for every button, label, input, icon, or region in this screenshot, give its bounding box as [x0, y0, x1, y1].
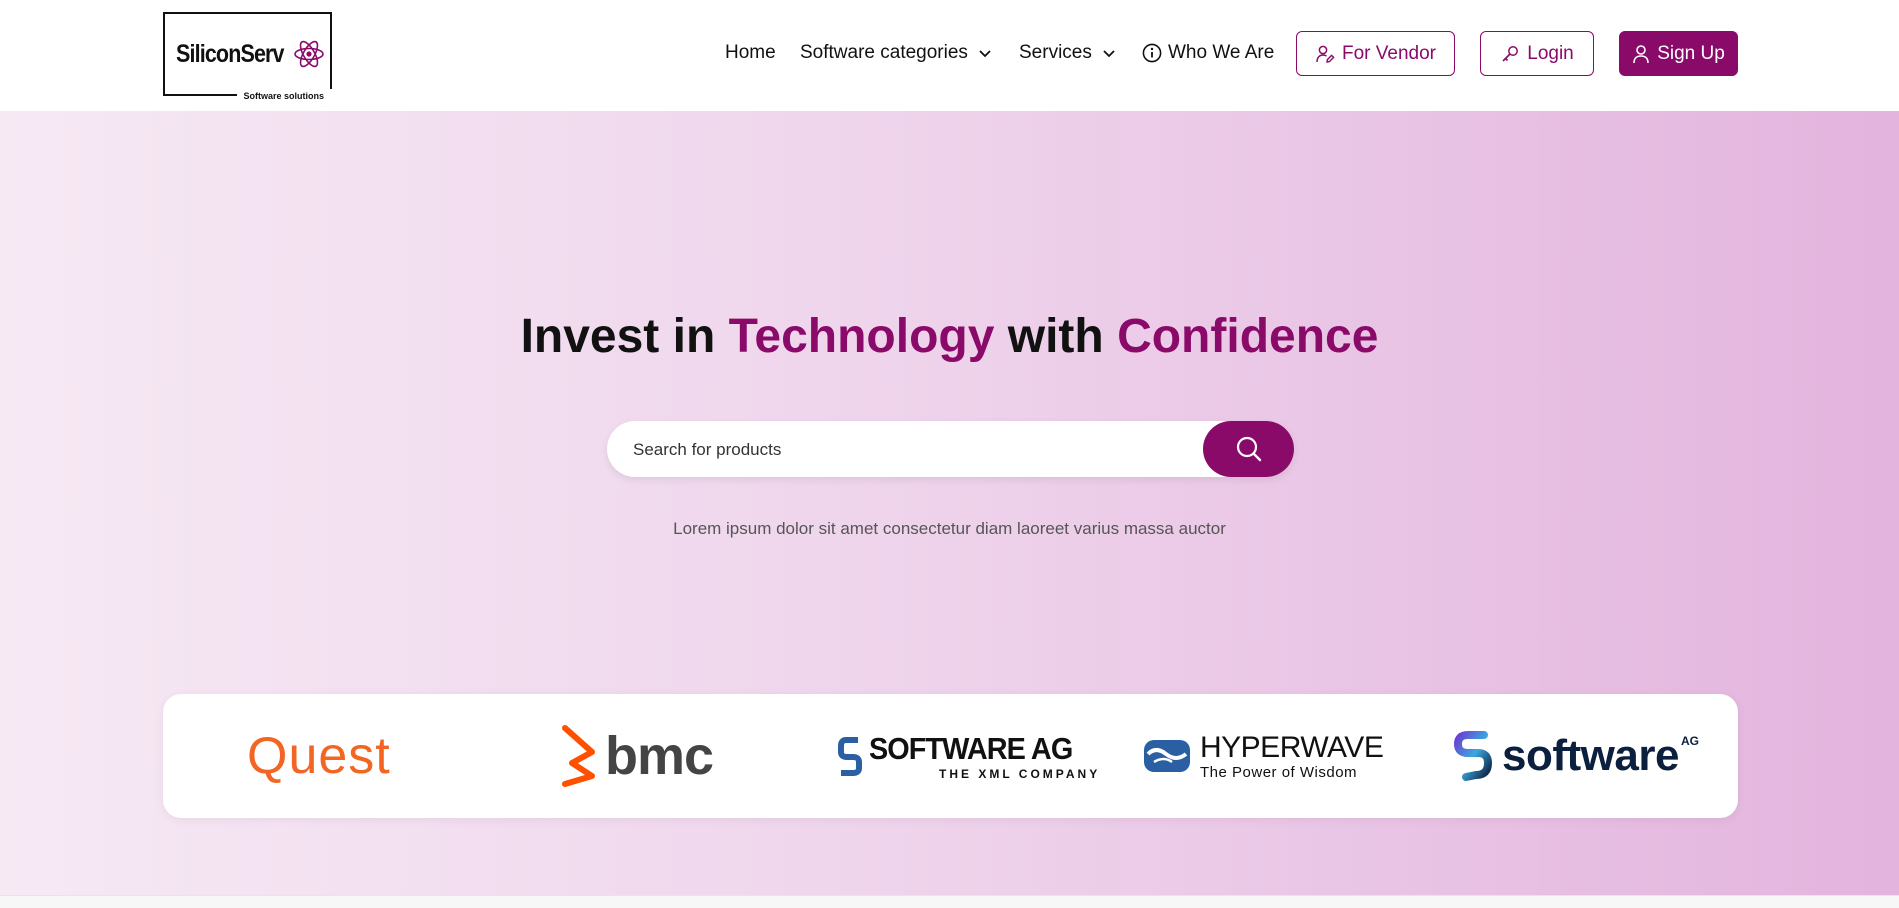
login-label: Login	[1527, 42, 1574, 64]
quest-logo[interactable]: Quest	[247, 694, 391, 818]
logo-name: SiliconServ	[176, 40, 285, 68]
software-ag-suffix: AG	[1680, 734, 1699, 748]
search-button[interactable]	[1203, 421, 1294, 477]
user-icon	[1633, 44, 1649, 63]
nav-who-we-are[interactable]: Who We Are	[1142, 42, 1274, 64]
bmc-chevron-icon	[562, 725, 595, 787]
hyperwave-name: HYPERWAVE	[1200, 730, 1384, 764]
software-ag-xml-name: SOFTWARE AG	[869, 730, 1073, 766]
login-button[interactable]: Login	[1480, 31, 1594, 76]
hero-title: Invest in Technology with Confidence	[0, 309, 1899, 364]
nav-home-label: Home	[725, 42, 776, 63]
hyperwave-tagline: The Power of Wisdom	[1200, 763, 1358, 781]
sign-up-label: Sign Up	[1657, 42, 1725, 64]
hyperwave-logo[interactable]: HYPERWAVE The Power of Wisdom	[1144, 694, 1384, 818]
bmc-logo-text: bmc	[605, 726, 714, 786]
nav-software-categories[interactable]: Software categories	[800, 42, 992, 64]
software-ag-name: software	[1502, 731, 1679, 780]
search-icon	[1236, 436, 1261, 462]
quest-logo-text: Quest	[247, 727, 391, 785]
hero-subtitle: Lorem ipsum dolor sit amet consectetur d…	[673, 519, 1226, 538]
product-search-bar	[607, 421, 1294, 479]
software-ag-s-icon	[1453, 731, 1493, 781]
search-input[interactable]	[631, 421, 1175, 479]
for-vendor-label: For Vendor	[1342, 42, 1436, 64]
site-header: SiliconServ Software solutions Home Soft…	[0, 0, 1899, 112]
software-ag-xml-logo[interactable]: SOFTWARE AG THE XML COMPANY	[837, 694, 1100, 818]
chevron-down-icon	[1103, 49, 1115, 57]
siliconserv-logo[interactable]: SiliconServ Software solutions	[163, 12, 332, 103]
chevron-down-icon	[979, 49, 991, 57]
hero-section: Invest in Technology with Confidence Lor…	[0, 111, 1899, 895]
page-bottom-edge	[0, 895, 1899, 908]
brand-logos-strip: Quest bmc SOFTWARE AG THE XML COMPANY HY…	[163, 694, 1738, 818]
sign-up-button[interactable]: Sign Up	[1619, 31, 1738, 76]
key-icon	[1502, 45, 1519, 62]
nav-software-categories-label: Software categories	[800, 42, 968, 63]
nav-who-we-are-label: Who We Are	[1168, 42, 1275, 63]
hero-title-part1: Invest in	[520, 310, 729, 363]
user-edit-icon	[1316, 45, 1335, 63]
atom-icon	[294, 40, 324, 68]
software-ag-logo[interactable]: software AG	[1452, 694, 1699, 818]
nav-home[interactable]: Home	[725, 42, 776, 64]
bmc-logo[interactable]: bmc	[559, 694, 714, 818]
hero-title-accent-confidence: Confidence	[1117, 310, 1379, 363]
hyperwave-wave-icon	[1144, 740, 1190, 772]
logo-tagline: Software solutions	[237, 89, 332, 103]
nav-services-label: Services	[1019, 42, 1092, 63]
hero-title-accent-technology: Technology	[728, 310, 995, 363]
software-ag-s-icon	[838, 737, 862, 776]
nav-services[interactable]: Services	[1019, 42, 1116, 64]
info-icon	[1142, 43, 1162, 63]
hero-title-part2: with	[994, 310, 1118, 363]
software-ag-xml-tagline: THE XML COMPANY	[939, 766, 1101, 781]
for-vendor-button[interactable]: For Vendor	[1296, 31, 1455, 76]
